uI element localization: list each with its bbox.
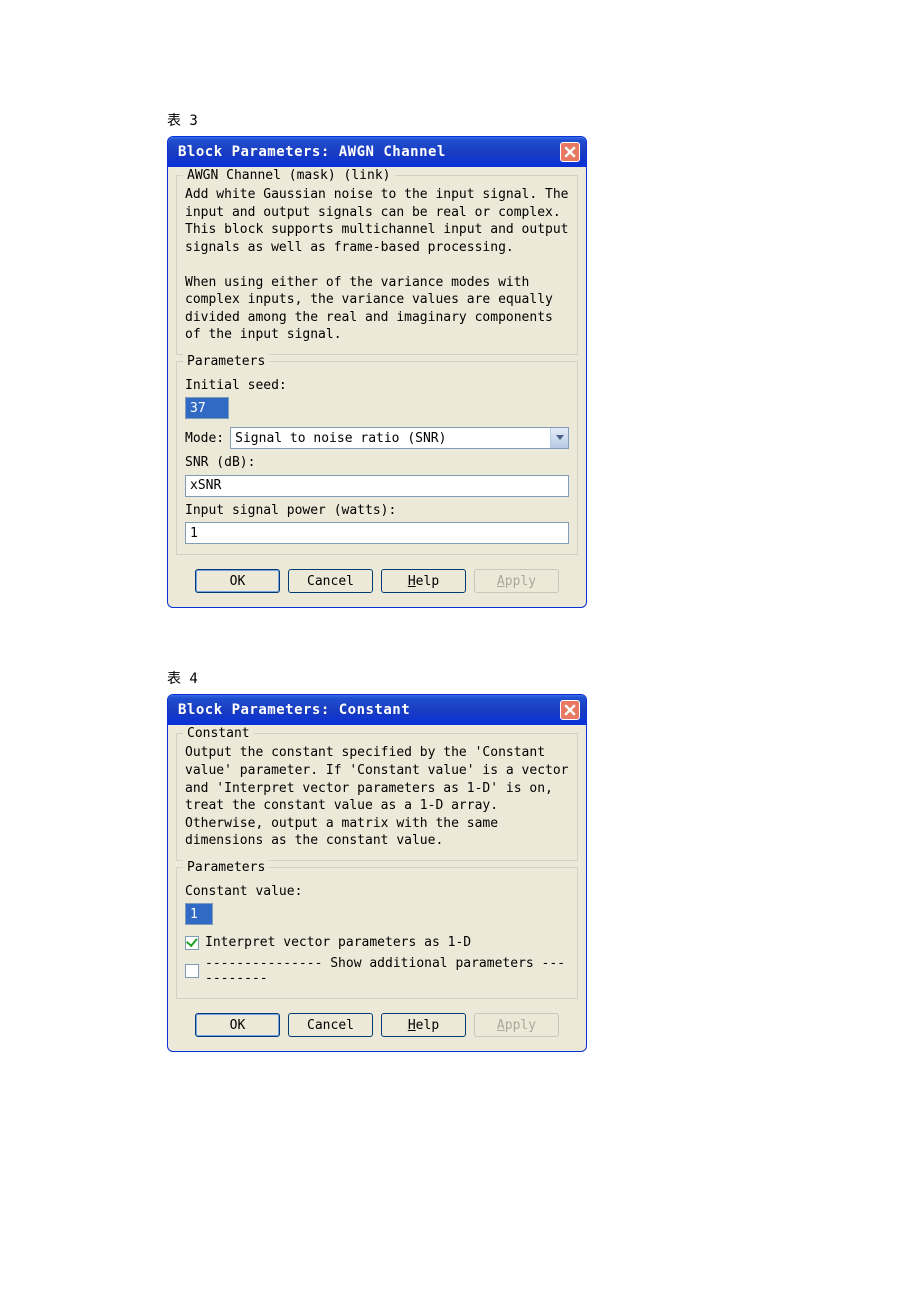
dropdown-arrow[interactable] xyxy=(550,428,568,448)
close-icon xyxy=(564,704,576,716)
ok-button[interactable]: OK xyxy=(195,569,280,593)
interpret-1d-checkbox[interactable] xyxy=(185,936,199,950)
cancel-button[interactable]: Cancel xyxy=(288,569,373,593)
initial-seed-input[interactable] xyxy=(185,397,229,419)
dialog-awgn: Block Parameters: AWGN Channel AWGN Chan… xyxy=(167,136,587,608)
cancel-button[interactable]: Cancel xyxy=(288,1013,373,1037)
close-icon xyxy=(564,146,576,158)
apply-button: Apply xyxy=(474,1013,559,1037)
awgn-legend: AWGN Channel (mask) (link) xyxy=(183,168,395,183)
constant-params-legend: Parameters xyxy=(183,860,269,875)
constant-desc-group: Constant Output the constant specified b… xyxy=(176,733,578,860)
constant-params-group: Parameters Constant value: Interpret vec… xyxy=(176,867,578,1000)
table-3-caption: 表 3 xyxy=(167,110,920,130)
interpret-1d-label: Interpret vector parameters as 1-D xyxy=(205,935,471,950)
constant-legend: Constant xyxy=(183,726,254,741)
chevron-down-icon xyxy=(556,435,564,441)
mode-select[interactable]: Signal to noise ratio (SNR) xyxy=(230,427,569,449)
awgn-params-group: Parameters Initial seed: Mode: Signal to… xyxy=(176,361,578,556)
dialog2-titlebar[interactable]: Block Parameters: Constant xyxy=(168,695,586,725)
constant-value-input[interactable] xyxy=(185,903,213,925)
input-power-label: Input signal power (watts): xyxy=(185,503,569,518)
dialog1-body: AWGN Channel (mask) (link) Add white Gau… xyxy=(168,167,586,607)
dialog2-body: Constant Output the constant specified b… xyxy=(168,725,586,1051)
show-additional-label: --------------- Show additional paramete… xyxy=(205,956,569,986)
constant-value-label: Constant value: xyxy=(185,884,569,899)
table-4-caption: 表 4 xyxy=(167,668,920,688)
dialog1-title: Block Parameters: AWGN Channel xyxy=(178,144,446,160)
ok-button[interactable]: OK xyxy=(195,1013,280,1037)
help-button[interactable]: Help xyxy=(381,569,466,593)
mode-selected-text: Signal to noise ratio (SNR) xyxy=(231,431,550,446)
awgn-desc-group: AWGN Channel (mask) (link) Add white Gau… xyxy=(176,175,578,355)
help-button[interactable]: Help xyxy=(381,1013,466,1037)
dialog2-button-row: OK Cancel Help Apply xyxy=(176,1005,578,1041)
show-additional-checkbox[interactable] xyxy=(185,964,199,978)
dialog1-titlebar[interactable]: Block Parameters: AWGN Channel xyxy=(168,137,586,167)
awgn-params-legend: Parameters xyxy=(183,354,269,369)
dialog1-button-row: OK Cancel Help Apply xyxy=(176,561,578,597)
dialog2-title: Block Parameters: Constant xyxy=(178,702,410,718)
constant-description: Output the constant specified by the 'Co… xyxy=(185,744,569,849)
input-power-input[interactable] xyxy=(185,522,569,544)
snr-db-label: SNR (dB): xyxy=(185,455,569,470)
snr-db-input[interactable] xyxy=(185,475,569,497)
close-button[interactable] xyxy=(560,142,580,162)
dialog-constant: Block Parameters: Constant Constant Outp… xyxy=(167,694,587,1052)
apply-button: Apply xyxy=(474,569,559,593)
mode-label: Mode: xyxy=(185,431,224,446)
close-button[interactable] xyxy=(560,700,580,720)
initial-seed-label: Initial seed: xyxy=(185,378,569,393)
awgn-description: Add white Gaussian noise to the input si… xyxy=(185,186,569,344)
